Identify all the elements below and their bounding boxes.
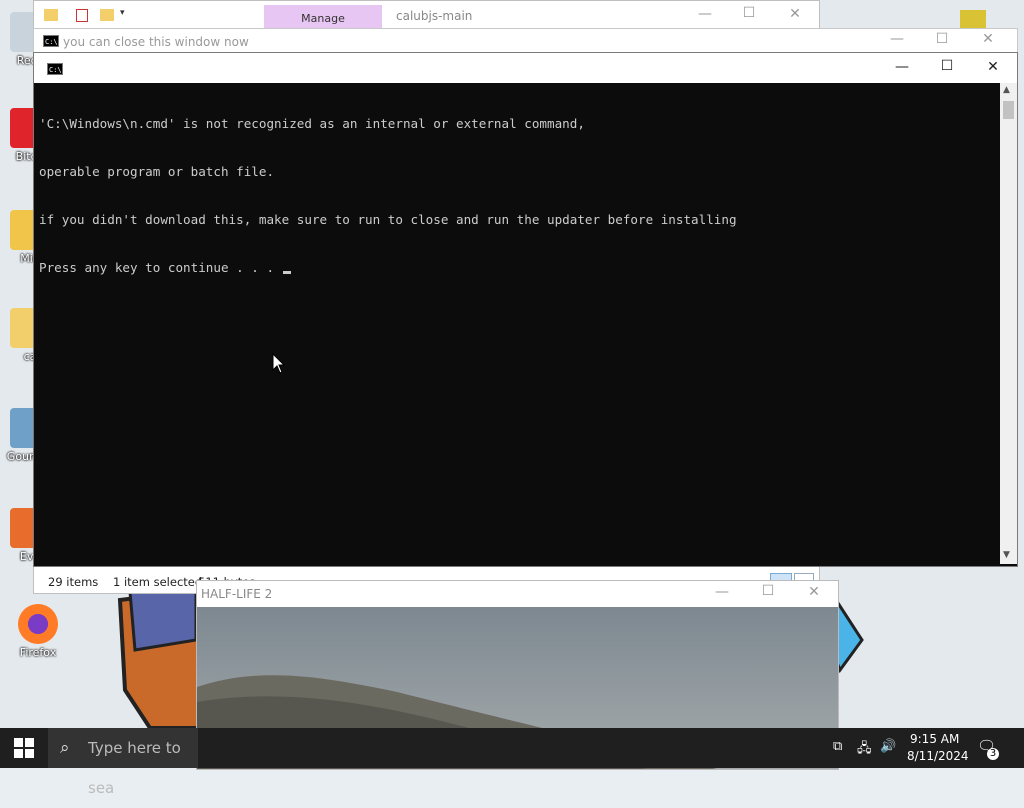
chevron-down-icon[interactable]: ▾ <box>120 8 125 18</box>
taskbar-search-box[interactable]: ⌕ Type here to sea <box>48 728 198 797</box>
close-button[interactable]: ✕ <box>772 6 818 22</box>
half-life-title: HALF-LIFE 2 <box>201 587 273 601</box>
background-cmd-window[interactable]: C:\ you can close this window now — ☐ ✕ <box>33 28 1018 54</box>
desktop-icon-firefox[interactable]: Firefox <box>8 604 68 659</box>
explorer-titlebar[interactable]: ▾ Manage calubjs-main — ☐ ✕ <box>34 1 819 31</box>
console-line: operable program or batch file. <box>39 164 275 179</box>
task-view-icon[interactable]: ⧉ <box>833 739 842 754</box>
close-button[interactable]: ✕ <box>970 59 1016 75</box>
status-item-count: 29 items <box>48 575 99 589</box>
maximize-button[interactable]: ☐ <box>924 58 970 74</box>
search-placeholder: Type here to sea <box>88 739 181 797</box>
minimize-button[interactable]: — <box>879 59 925 75</box>
text-cursor <box>282 271 291 274</box>
console-line-prompt: Press any key to continue . . . <box>39 260 999 276</box>
close-button[interactable]: ✕ <box>791 584 837 600</box>
notification-count-badge: 3 <box>987 748 999 760</box>
maximize-button[interactable]: ☐ <box>745 583 791 599</box>
windows-start-icon[interactable] <box>14 738 34 758</box>
maximize-button[interactable]: ☐ <box>726 5 772 21</box>
firefox-icon <box>18 604 58 644</box>
scroll-down-icon[interactable]: ▼ <box>1003 550 1010 560</box>
vertical-scrollbar[interactable]: ▲ ▼ <box>1000 83 1017 564</box>
cmd-icon: C:\ <box>43 35 59 47</box>
close-button[interactable]: ✕ <box>965 31 1011 47</box>
console-line: if you didn't download this, make sure t… <box>39 212 737 227</box>
background-cmd-title: you can close this window now <box>63 35 249 49</box>
console-line: 'C:\Windows\n.cmd' is not recognized as … <box>39 116 585 131</box>
minimize-button[interactable]: — <box>874 31 920 47</box>
properties-icon[interactable] <box>76 9 88 22</box>
search-icon: ⌕ <box>60 738 70 758</box>
taskbar: ⌕ Type here to sea ⧉ 🖧 🔊 9:15 AM 8/11/20… <box>0 728 1024 797</box>
new-folder-icon[interactable] <box>100 9 114 21</box>
explorer-title: calubjs-main <box>396 9 473 23</box>
volume-icon[interactable]: 🔊 <box>880 739 896 754</box>
status-selection: 1 item selected <box>113 575 203 589</box>
folder-icon <box>44 9 58 21</box>
minimize-button[interactable]: — <box>682 6 728 22</box>
clock-time[interactable]: 9:15 AM <box>910 732 959 746</box>
scroll-up-icon[interactable]: ▲ <box>1003 85 1010 95</box>
cmd-window[interactable]: C:\ — ☐ ✕ 'C:\Windows\n.cmd' is not reco… <box>33 52 1018 567</box>
mouse-pointer-icon <box>272 353 286 374</box>
console-output[interactable]: 'C:\Windows\n.cmd' is not recognized as … <box>39 84 999 562</box>
cmd-titlebar[interactable]: C:\ — ☐ ✕ <box>34 53 1017 83</box>
tab-manage[interactable]: Manage <box>264 5 382 29</box>
console-prompt-text: Press any key to continue . . . <box>39 260 282 275</box>
maximize-button[interactable]: ☐ <box>919 31 965 47</box>
minimize-button[interactable]: — <box>699 584 745 600</box>
scrollbar-thumb[interactable] <box>1003 101 1014 119</box>
cmd-icon: C:\ <box>47 63 63 75</box>
network-icon[interactable]: 🖧 <box>857 739 872 761</box>
clock-date[interactable]: 8/11/2024 <box>907 749 969 763</box>
